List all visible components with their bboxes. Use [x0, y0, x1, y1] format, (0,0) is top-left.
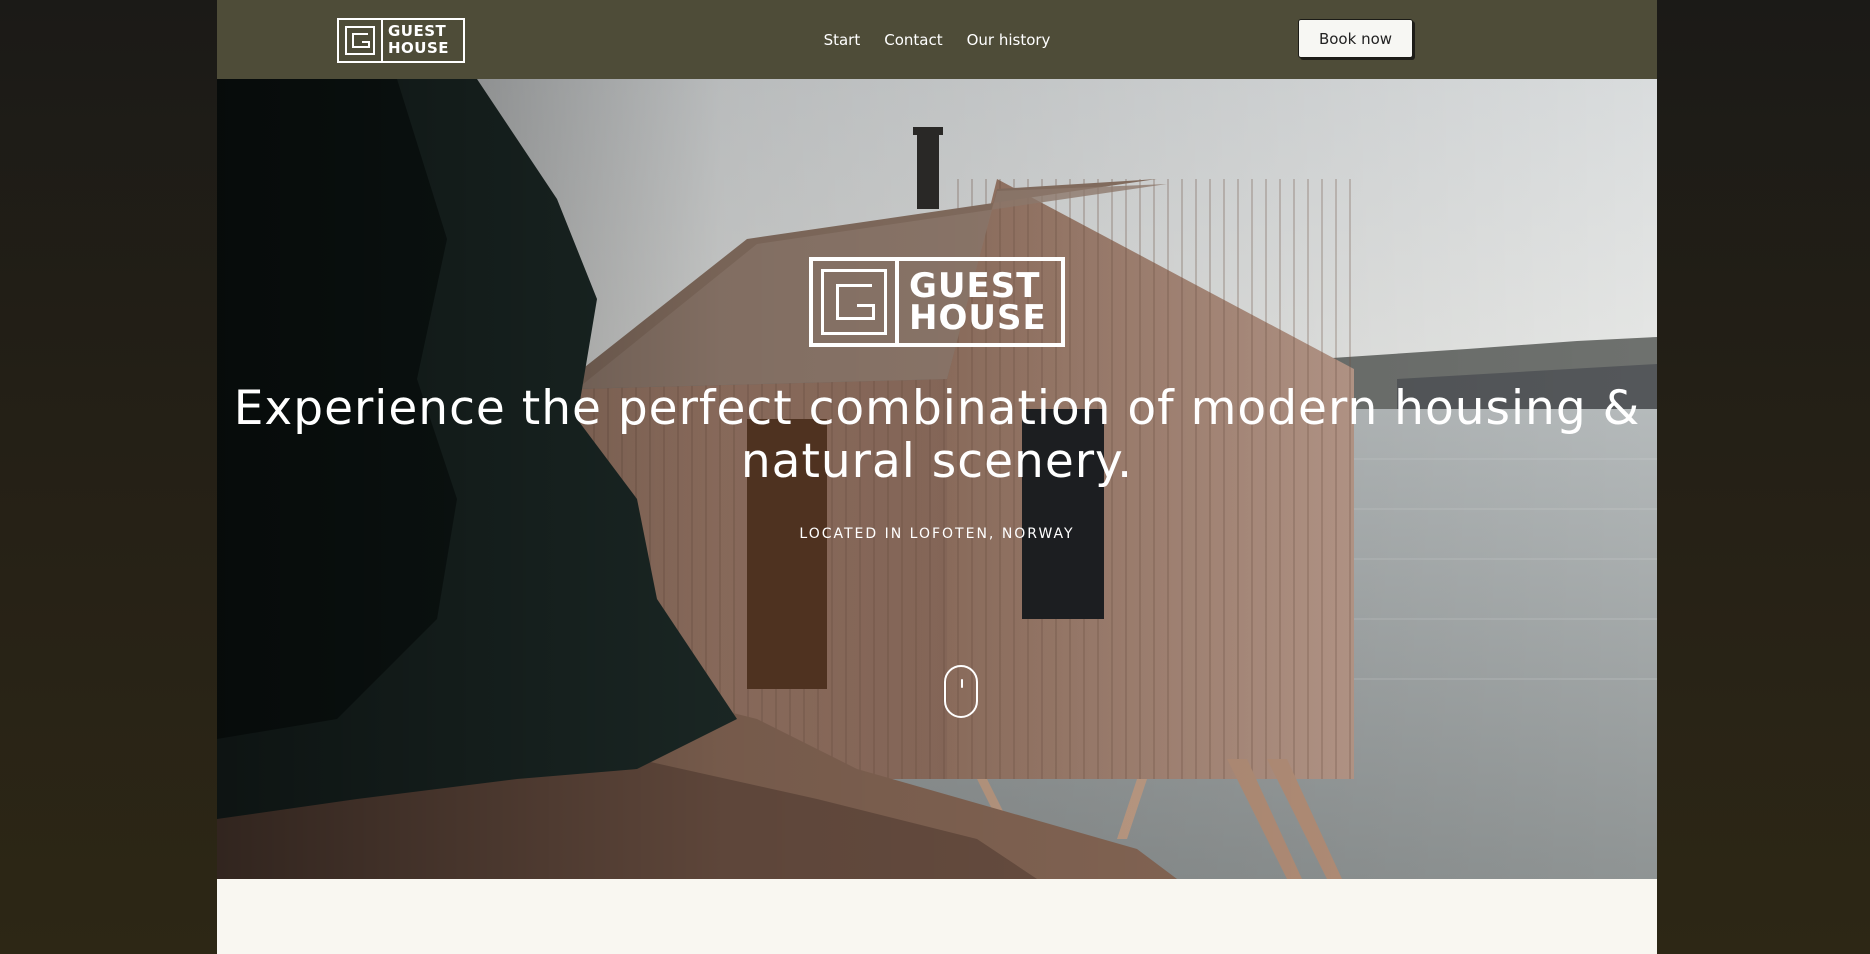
hero-logo-g-mark — [821, 269, 887, 335]
nav-link-contact[interactable]: Contact — [884, 31, 942, 49]
nav-menu: Start Contact Our history — [217, 0, 1657, 79]
nav-link-start[interactable]: Start — [824, 31, 861, 49]
mouse-scroll-icon[interactable] — [944, 665, 978, 718]
book-now-button[interactable]: Book now — [1298, 19, 1413, 58]
page: GUEST HOUSE Start Contact Our history Bo… — [217, 0, 1657, 954]
hero-location: LOCATED IN LOFOTEN, NORWAY — [799, 526, 1075, 542]
hero-section: GUEST HOUSE Experience the perfect combi… — [217, 79, 1657, 879]
nav-link-our-history[interactable]: Our history — [967, 31, 1051, 49]
hero-logo-text-line2: HOUSE — [909, 298, 1047, 338]
hero-logo: GUEST HOUSE — [809, 257, 1065, 347]
mouse-wheel — [961, 679, 963, 688]
navbar: GUEST HOUSE Start Contact Our history Bo… — [217, 0, 1657, 79]
hero-headline: Experience the perfect combination of mo… — [233, 381, 1641, 489]
